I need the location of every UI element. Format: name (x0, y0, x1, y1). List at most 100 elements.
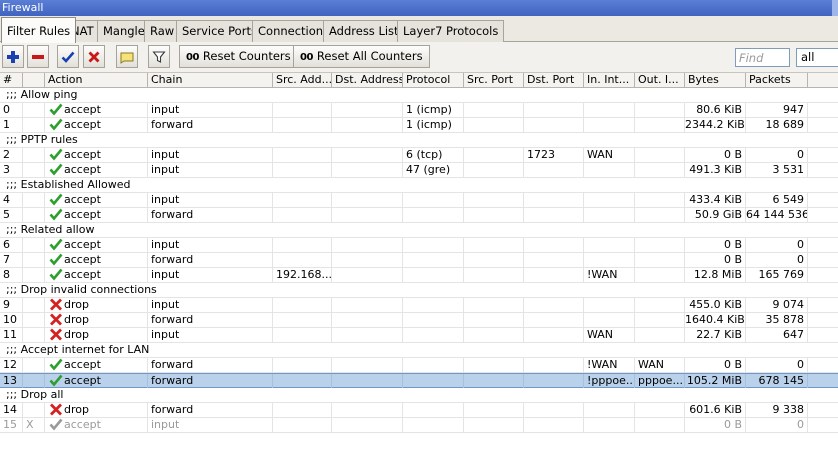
col-action[interactable]: Action (45, 73, 148, 88)
cell-out-interface (635, 418, 685, 432)
enable-button[interactable] (57, 45, 79, 68)
col-out-interface[interactable]: Out. I... (635, 73, 685, 88)
cell-number: 0 (0, 103, 23, 117)
cell-protocol: 47 (gre) (403, 163, 464, 177)
filter-select[interactable]: all (796, 48, 838, 67)
comment-row[interactable]: ;;; Allow ping (0, 88, 838, 103)
table-row[interactable]: 5 accept forward 50.9 GiB 64 144 536 (0, 208, 838, 223)
col-bytes[interactable]: Bytes (685, 73, 746, 88)
table-row[interactable]: 13 accept forward !pppoe... pppoe... 105.2 Mi… (0, 373, 838, 388)
tab-layer7-protocols[interactable]: Layer7 Protocols (397, 20, 505, 42)
cell-src-port (464, 358, 524, 372)
cell-in-interface (584, 418, 635, 432)
cell-src-address (273, 403, 332, 417)
remove-button[interactable] (27, 45, 49, 68)
tab-raw[interactable]: Raw (144, 20, 181, 42)
cell-dst-address (332, 193, 403, 207)
col-number[interactable]: # (0, 73, 23, 88)
table-row[interactable]: 1 accept forward 1 (icmp) 2344.2 KiB 18 689 (0, 118, 838, 133)
cell-packets: 9 074 (746, 298, 808, 312)
cell-bytes: 601.6 KiB (685, 403, 746, 417)
table-row[interactable]: 4 accept input 433.4 KiB 6 549 (0, 193, 838, 208)
cell-action: drop (45, 313, 148, 327)
col-flags[interactable] (23, 73, 45, 88)
table-row[interactable]: 9 drop input 455.0 KiB 9 074 (0, 298, 838, 313)
disable-button[interactable] (83, 45, 105, 68)
table-row[interactable]: 3 accept input 47 (gre) 491.3 KiB 3 531 (0, 163, 838, 178)
col-dst-address[interactable]: Dst. Address (332, 73, 403, 88)
cell-action: accept (45, 118, 148, 132)
reset-counters-button[interactable]: 00 Reset Counters (179, 45, 298, 68)
col-chain[interactable]: Chain (148, 73, 273, 88)
table-row[interactable]: 7 accept forward 0 B0 (0, 253, 838, 268)
cell-bytes: 1640.4 KiB (685, 313, 746, 327)
cell-dst-port (524, 268, 584, 282)
col-src-address[interactable]: Src. Add... (273, 73, 332, 88)
cell-dst-port (524, 103, 584, 117)
cell-src-port (464, 328, 524, 342)
comment-row[interactable]: ;;; Drop invalid connections (0, 283, 838, 298)
table-row[interactable]: 0 accept input 1 (icmp) 80.6 KiB 947 (0, 103, 838, 118)
table-row[interactable]: 8 accept input 192.168... !WAN 12.8 MiB 165 76… (0, 268, 838, 283)
cell-packets: 0 (746, 358, 808, 372)
cell-src-port (464, 313, 524, 327)
cell-dst-address (332, 118, 403, 132)
comment-row[interactable]: ;;; Drop all (0, 388, 838, 403)
cell-protocol (403, 328, 464, 342)
comment-row[interactable]: ;;; Related allow (0, 223, 838, 238)
reset-counters-label: Reset Counters (202, 49, 291, 63)
cell-number: 3 (0, 163, 23, 177)
cell-packets: 3 531 (746, 163, 808, 177)
comment-row[interactable]: ;;; Established Allowed (0, 178, 838, 193)
reset-all-counters-button[interactable]: 00 Reset All Counters (293, 45, 430, 68)
drop-x-icon (50, 313, 62, 326)
cell-src-address (273, 238, 332, 252)
table-row[interactable]: 15 Xaccept input 0 B0 (0, 418, 838, 433)
counter-icon: 00 (300, 52, 313, 63)
find-input[interactable] (735, 48, 790, 67)
cell-in-interface (584, 193, 635, 207)
cell-flag (23, 118, 45, 132)
comment-row[interactable]: ;;; Accept internet for LAN (0, 343, 838, 358)
cell-dst-address (332, 163, 403, 177)
cell-in-interface (584, 163, 635, 177)
cell-in-interface: WAN (584, 148, 635, 162)
cell-dst-address (332, 208, 403, 222)
col-src-port[interactable]: Src. Port (464, 73, 524, 88)
col-protocol[interactable]: Protocol (403, 73, 464, 88)
cell-flag (23, 328, 45, 342)
cell-flag (23, 358, 45, 372)
table-row[interactable]: 10 drop forward 1640.4 KiB 35 878 (0, 313, 838, 328)
cell-dst-address (332, 148, 403, 162)
cell-packets: 18 689 (746, 118, 808, 132)
col-in-interface[interactable]: In. Int... (584, 73, 635, 88)
filter-button[interactable] (148, 45, 170, 68)
cell-src-port (464, 103, 524, 117)
col-packets[interactable]: Packets (746, 73, 808, 88)
cell-src-port (464, 208, 524, 222)
cell-action: drop (45, 403, 148, 417)
cell-number: 14 (0, 403, 23, 417)
cell-flag (23, 103, 45, 117)
cell-out-interface (635, 298, 685, 312)
cell-number: 12 (0, 358, 23, 372)
table-row[interactable]: 2 accept input 6 (tcp) 1723 WAN 0 B0 (0, 148, 838, 163)
col-dst-port[interactable]: Dst. Port (524, 73, 584, 88)
cell-bytes: 0 B (685, 238, 746, 252)
table-row[interactable]: 11 drop input WAN 22.7 KiB 647 (0, 328, 838, 343)
tab-mangle[interactable]: Mangle (97, 20, 151, 42)
table-row[interactable]: 12 accept forward !WAN WAN 0 B0 (0, 358, 838, 373)
tab-filter-rules[interactable]: Filter Rules (1, 17, 77, 43)
cell-number: 7 (0, 253, 23, 267)
cell-packets: 647 (746, 328, 808, 342)
table-row[interactable]: 6 accept input 0 B0 (0, 238, 838, 253)
add-button[interactable] (2, 45, 24, 68)
cell-action: drop (45, 298, 148, 312)
comment-row[interactable]: ;;; PPTP rules (0, 133, 838, 148)
cell-dst-port (524, 193, 584, 207)
table-row[interactable]: 14 drop forward 601.6 KiB 9 338 (0, 403, 838, 418)
cell-src-port (464, 253, 524, 267)
minus-icon (32, 54, 44, 59)
tab-service-ports[interactable]: Service Ports (176, 20, 263, 42)
comment-button[interactable] (116, 45, 138, 68)
